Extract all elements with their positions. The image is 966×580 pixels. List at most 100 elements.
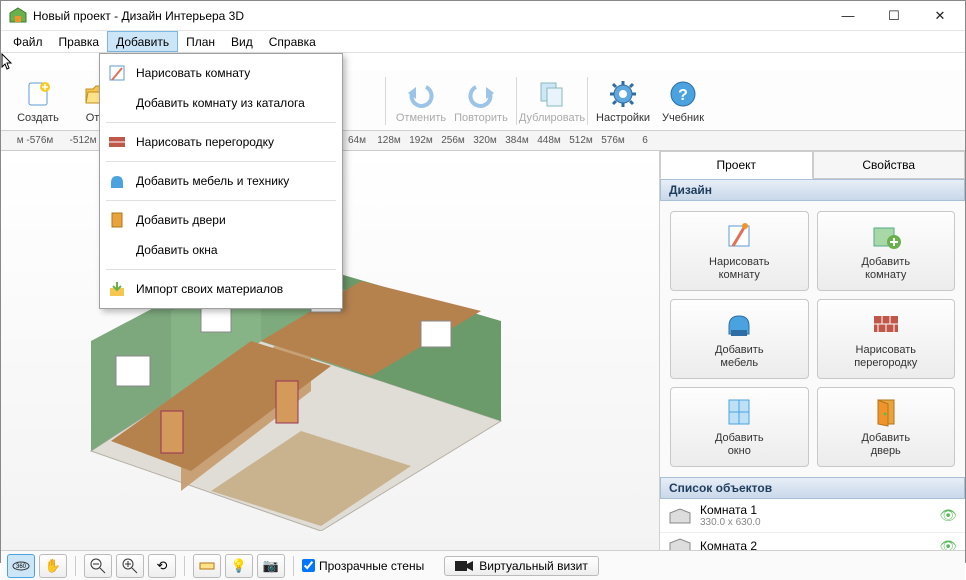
objects-header: Список объектов: [660, 477, 965, 499]
door-icon: [108, 211, 126, 229]
view-360-button[interactable]: 360: [7, 554, 35, 578]
list-item[interactable]: Комната 1 330.0 x 630.0 👁: [660, 499, 965, 533]
dd-add-room-catalog[interactable]: Добавить комнату из каталога: [100, 88, 342, 118]
room-icon: [668, 537, 692, 550]
zoom-in-button[interactable]: [116, 554, 144, 578]
transparent-walls-input[interactable]: [302, 559, 315, 572]
light-button[interactable]: 💡: [225, 554, 253, 578]
camera-icon: [455, 560, 473, 572]
object-name: Комната 2: [700, 539, 931, 550]
toolbar-undo-label: Отменить: [396, 112, 446, 124]
ruler-label: 192м: [409, 135, 433, 146]
btn-add-window[interactable]: Добавитьокно: [670, 387, 809, 467]
ruler-label: 512м: [569, 135, 593, 146]
btn-draw-room[interactable]: Нарисоватькомнату: [670, 211, 809, 291]
dd-separator: [106, 269, 336, 270]
new-icon: [22, 78, 54, 110]
toolbar-settings[interactable]: Настройки: [594, 73, 652, 129]
dd-separator: [106, 161, 336, 162]
window-controls: — ☐ ✕: [825, 1, 963, 31]
ruler-label: 448м: [537, 135, 561, 146]
toolbar-help[interactable]: ? Учебник: [654, 73, 712, 129]
tab-project[interactable]: Проект: [660, 151, 813, 179]
menu-plan[interactable]: План: [178, 31, 223, 52]
visibility-icon[interactable]: 👁: [939, 538, 957, 551]
design-header: Дизайн: [660, 179, 965, 201]
list-item[interactable]: Комната 2 👁: [660, 533, 965, 550]
bottombar: 360 ✋ ⟲ 💡 📷 Прозрачные стены Виртуальный…: [1, 550, 965, 580]
menu-file[interactable]: Файл: [5, 31, 51, 52]
import-icon: [108, 280, 126, 298]
dd-add-furniture[interactable]: Добавить мебель и технику: [100, 166, 342, 196]
camera-button[interactable]: 📷: [257, 554, 285, 578]
window-title: Новый проект - Дизайн Интерьера 3D: [33, 9, 825, 23]
brick-icon: [870, 308, 902, 340]
dd-add-windows[interactable]: Добавить окна: [100, 235, 342, 265]
tab-properties[interactable]: Свойства: [813, 151, 966, 179]
maximize-button[interactable]: ☐: [871, 1, 917, 31]
ruler-label: 384м: [505, 135, 529, 146]
add-dropdown: Нарисовать комнату Добавить комнату из к…: [99, 53, 343, 309]
btn-add-furniture[interactable]: Добавитьмебель: [670, 299, 809, 379]
ruler-label: -512м: [70, 135, 97, 146]
toolbar-duplicate-label: Дублировать: [519, 112, 585, 124]
dd-separator: [106, 122, 336, 123]
separator: [184, 556, 185, 576]
btn-draw-partition[interactable]: Нарисоватьперегородку: [817, 299, 956, 379]
dd-draw-partition[interactable]: Нарисовать перегородку: [100, 127, 342, 157]
transparent-walls-checkbox[interactable]: Прозрачные стены: [302, 559, 424, 573]
pan-button[interactable]: ✋: [39, 554, 67, 578]
toolbar-undo[interactable]: Отменить: [392, 73, 450, 129]
close-button[interactable]: ✕: [917, 1, 963, 31]
ruler-label: 256м: [441, 135, 465, 146]
menu-add[interactable]: Добавить: [107, 31, 178, 52]
duplicate-icon: [536, 78, 568, 110]
brick-icon: [108, 133, 126, 151]
menubar: Файл Правка Добавить План Вид Справка: [1, 31, 965, 53]
ruler-label: 6: [642, 135, 648, 146]
transparent-walls-label: Прозрачные стены: [319, 559, 424, 573]
virtual-visit-button[interactable]: Виртуальный визит: [444, 556, 599, 576]
minimize-button[interactable]: —: [825, 1, 871, 31]
btn-add-room[interactable]: Добавитькомнату: [817, 211, 956, 291]
virtual-visit-label: Виртуальный визит: [479, 559, 588, 573]
toolbar-redo[interactable]: Повторить: [452, 73, 510, 129]
titlebar: Новый проект - Дизайн Интерьера 3D — ☐ ✕: [1, 1, 965, 31]
dd-import-materials[interactable]: Импорт своих материалов: [100, 274, 342, 304]
side-panel: Проект Свойства Дизайн Нарисоватькомнату…: [659, 151, 965, 550]
visibility-icon[interactable]: 👁: [939, 507, 957, 524]
menu-help[interactable]: Справка: [261, 31, 324, 52]
object-list: Комната 1 330.0 x 630.0 👁 Комната 2 👁: [660, 499, 965, 550]
draw-room-icon: [723, 220, 755, 252]
svg-text:?: ?: [678, 87, 688, 104]
menu-view[interactable]: Вид: [223, 31, 261, 52]
ruler-label: 576м: [601, 135, 625, 146]
design-grid: Нарисоватькомнату Добавитькомнату Добави…: [660, 201, 965, 477]
toolbar-settings-label: Настройки: [596, 112, 650, 124]
gear-icon: [607, 78, 639, 110]
toolbar-help-label: Учебник: [662, 112, 704, 124]
ruler-label: 128м: [377, 135, 401, 146]
toolbar-separator: [587, 77, 588, 125]
separator: [75, 556, 76, 576]
object-name: Комната 1: [700, 503, 931, 517]
add-room-icon: [870, 220, 902, 252]
toolbar-duplicate[interactable]: Дублировать: [523, 73, 581, 129]
zoom-reset-button[interactable]: ⟲: [148, 554, 176, 578]
toolbar-new[interactable]: Создать: [9, 73, 67, 129]
help-icon: ?: [667, 78, 699, 110]
toolbar-new-label: Создать: [17, 112, 59, 124]
menu-edit[interactable]: Правка: [51, 31, 108, 52]
undo-icon: [405, 78, 437, 110]
ruler-label: м -576м: [17, 135, 54, 146]
btn-add-door[interactable]: Добавитьдверь: [817, 387, 956, 467]
dd-draw-room[interactable]: Нарисовать комнату: [100, 58, 342, 88]
ruler-button[interactable]: [193, 554, 221, 578]
room-icon: [668, 507, 692, 525]
dd-add-doors[interactable]: Добавить двери: [100, 205, 342, 235]
app-icon: [9, 7, 27, 25]
redo-icon: [465, 78, 497, 110]
object-dim: 330.0 x 630.0: [700, 517, 931, 528]
window-icon: [723, 396, 755, 428]
zoom-out-button[interactable]: [84, 554, 112, 578]
